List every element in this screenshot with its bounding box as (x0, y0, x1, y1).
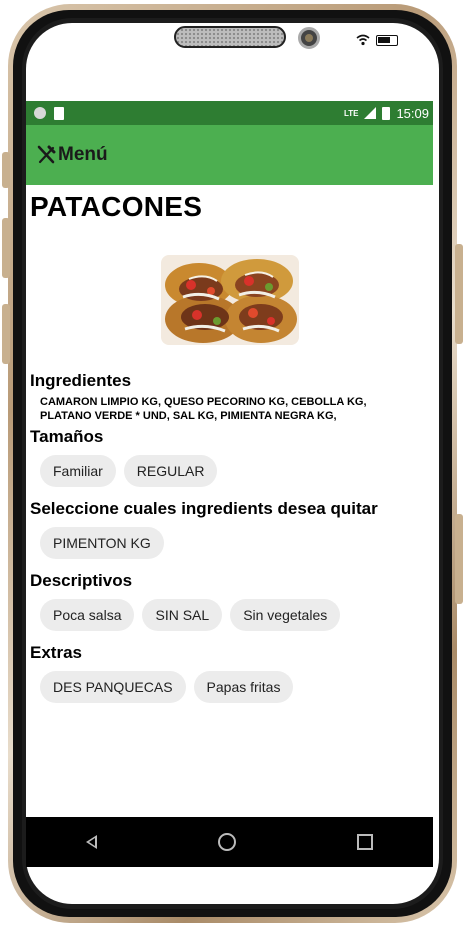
extras-chips: DES PANQUECAS Papas fritas (40, 671, 429, 703)
recent-apps-icon[interactable] (356, 834, 373, 850)
status-time: 15:09 (396, 105, 429, 121)
side-key (455, 514, 463, 604)
sd-card-icon (54, 106, 64, 120)
remove-chip-pimenton[interactable]: PIMENTON KG (40, 527, 164, 559)
back-icon[interactable] (86, 835, 98, 849)
app-screen: LTE 15:09 Menú PATACONES Ingredientes CA… (26, 101, 433, 867)
battery-icon (376, 34, 398, 46)
mute-button (2, 152, 10, 188)
battery-icon (382, 106, 391, 120)
size-chip-familiar[interactable]: Familiar (40, 455, 116, 487)
dish-content: PATACONES Ingredientes CAMARON LIMPIO KG… (26, 191, 433, 703)
descriptive-chip-poca-salsa[interactable]: Poca salsa (40, 599, 135, 631)
device-top-status (356, 32, 406, 48)
ingredients-text: CAMARON LIMPIO KG, QUESO PECORINO KG, CE… (40, 396, 367, 422)
nav-bar (26, 817, 433, 867)
wifi-icon (356, 34, 370, 46)
dish-image (160, 255, 299, 345)
extra-chip-des-panquecas[interactable]: DES PANQUECAS (40, 671, 186, 703)
front-camera (298, 27, 320, 49)
volume-up-button (2, 218, 10, 278)
power-button (455, 244, 463, 344)
descriptive-title: Descriptivos (30, 571, 133, 590)
network-label: LTE (343, 108, 359, 118)
app-toolbar: Menú (26, 125, 433, 185)
ingredients-title: Ingredientes (30, 371, 132, 390)
notification-dot-icon (34, 107, 46, 119)
volume-down-button (2, 304, 10, 364)
descriptive-chip-sin-vegetales[interactable]: Sin vegetales (230, 599, 341, 631)
descriptive-chips: Poca salsa SIN SAL Sin vegetales (40, 599, 429, 631)
size-chip-regular[interactable]: REGULAR (123, 455, 218, 487)
remove-ingredients-title: Seleccione cuales ingredients desea quit… (30, 499, 378, 518)
toolbar-title[interactable]: Menú (58, 144, 108, 166)
sizes-title: Tamaños (30, 427, 104, 446)
signal-icon (364, 107, 377, 119)
dish-title: PATACONES (30, 191, 203, 222)
earpiece-speaker (174, 26, 286, 48)
descriptive-chip-sin-sal[interactable]: SIN SAL (142, 599, 223, 631)
status-bar: LTE 15:09 (26, 101, 433, 125)
extra-chip-papas-fritas[interactable]: Papas fritas (193, 671, 294, 703)
home-icon[interactable] (217, 833, 236, 851)
remove-chips: PIMENTON KG (40, 527, 429, 559)
extras-title: Extras (30, 643, 82, 662)
sizes-chips: Familiar REGULAR (40, 455, 429, 487)
fork-knife-icon[interactable] (36, 145, 56, 165)
